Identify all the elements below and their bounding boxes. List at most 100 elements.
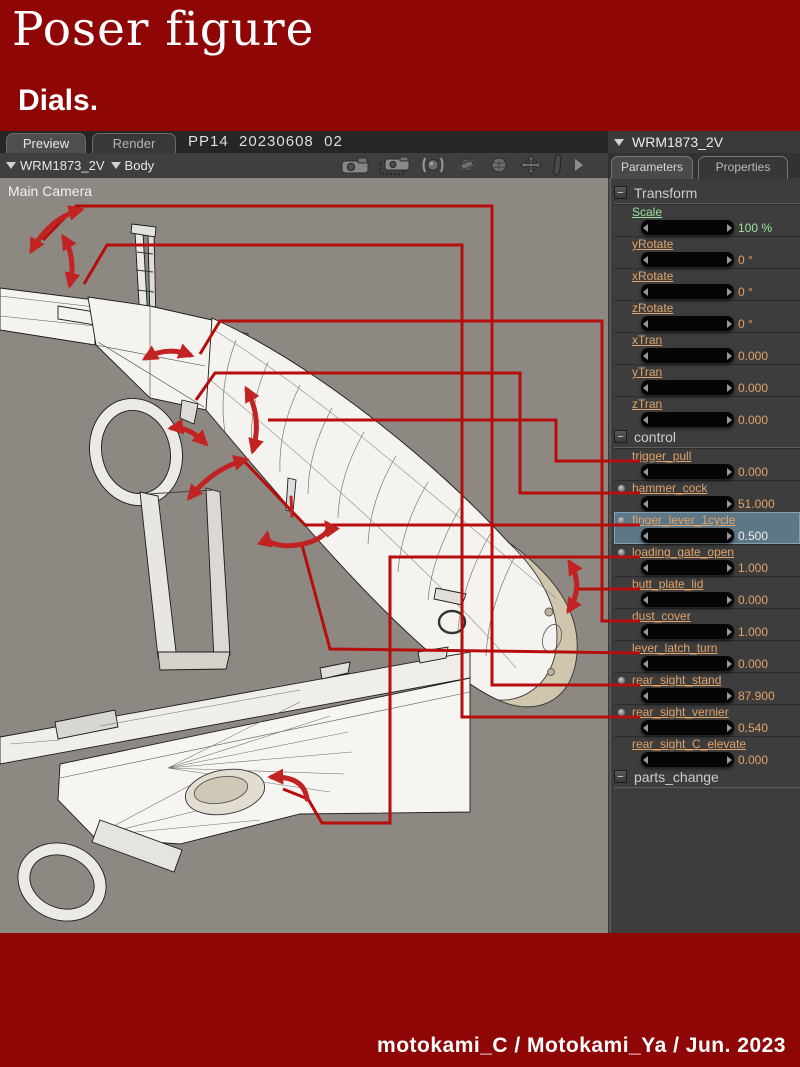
dial-ridges[interactable] [649, 562, 726, 573]
dial-ridges[interactable] [649, 318, 726, 329]
dial-right-arrow-icon[interactable] [727, 627, 732, 636]
figure-selector[interactable]: WRM1873_2V [6, 158, 105, 173]
dial-value[interactable]: 87.900 [738, 689, 775, 703]
actor-selector[interactable]: Body [110, 158, 154, 173]
dial-ridges[interactable] [649, 414, 726, 425]
dial-label[interactable]: zRotate [632, 301, 673, 315]
dial-right-arrow-icon[interactable] [727, 467, 732, 476]
dial-value[interactable]: 0.000 [738, 593, 768, 607]
dial-right-arrow-icon[interactable] [727, 691, 732, 700]
dial-knob[interactable] [641, 284, 734, 299]
dial-left-arrow-icon[interactable] [643, 351, 648, 360]
dial-label[interactable]: lever_latch_turn [632, 641, 717, 655]
dial-ridges[interactable] [649, 530, 726, 541]
dial-knob[interactable] [641, 316, 734, 331]
dial-left-arrow-icon[interactable] [643, 755, 648, 764]
dial-right-arrow-icon[interactable] [727, 755, 732, 764]
dial-label[interactable]: rear_sight_C_elevate [632, 737, 746, 751]
dial-ridges[interactable] [649, 382, 726, 393]
dial-knob[interactable] [641, 752, 734, 767]
dial-left-arrow-icon[interactable] [643, 255, 648, 264]
dial-knob[interactable] [641, 656, 734, 671]
dial-right-arrow-icon[interactable] [727, 659, 732, 668]
tab-properties[interactable]: Properties [698, 156, 788, 179]
dial-value[interactable]: 0.000 [738, 465, 768, 479]
dial-label[interactable]: Scale [632, 205, 662, 219]
tab-preview[interactable]: Preview [6, 133, 86, 154]
dial-label[interactable]: trigger_pull [632, 449, 691, 463]
dial-left-arrow-icon[interactable] [643, 659, 648, 668]
dial-value[interactable]: 0.540 [738, 721, 768, 735]
dial-value[interactable]: 0.000 [738, 753, 768, 767]
dial-left-arrow-icon[interactable] [643, 723, 648, 732]
dial-knob[interactable] [641, 220, 734, 235]
tab-render[interactable]: Render [92, 133, 176, 154]
dial-right-arrow-icon[interactable] [727, 383, 732, 392]
dial-ridges[interactable] [649, 594, 726, 605]
preview-viewport[interactable] [0, 178, 608, 933]
panel-figure-title[interactable]: WRM1873_2V [608, 131, 800, 153]
dial-knob[interactable] [641, 412, 734, 427]
dial-ridges[interactable] [649, 498, 726, 509]
dial-right-arrow-icon[interactable] [727, 531, 732, 540]
dial-knob[interactable] [641, 496, 734, 511]
dial-value[interactable]: 0.000 [738, 413, 768, 427]
dial-right-arrow-icon[interactable] [727, 319, 732, 328]
hand-icon[interactable] [552, 154, 564, 176]
dial-value[interactable]: 51.000 [738, 497, 775, 511]
dial-right-arrow-icon[interactable] [727, 287, 732, 296]
dial-left-arrow-icon[interactable] [643, 287, 648, 296]
dial-right-arrow-icon[interactable] [727, 723, 732, 732]
dial-knob[interactable] [641, 464, 734, 479]
dial-right-arrow-icon[interactable] [727, 223, 732, 232]
dial-label[interactable]: rear_sight_stand [632, 673, 721, 687]
dial-label[interactable]: loading_gate_open [632, 545, 734, 559]
dial-knob[interactable] [641, 720, 734, 735]
roll-icon[interactable] [488, 156, 510, 174]
dial-value[interactable]: 0 ° [738, 285, 753, 299]
dial-knob[interactable] [641, 592, 734, 607]
dial-label[interactable]: dust_cover [632, 609, 691, 623]
dial-value[interactable]: 0.000 [738, 657, 768, 671]
dial-ridges[interactable] [649, 222, 726, 233]
dial-ridges[interactable] [649, 466, 726, 477]
dial-right-arrow-icon[interactable] [727, 255, 732, 264]
dial-label[interactable]: hammer_cock [632, 481, 707, 495]
rotate-icon[interactable] [455, 156, 479, 174]
dial-left-arrow-icon[interactable] [643, 223, 648, 232]
dial-right-arrow-icon[interactable] [727, 351, 732, 360]
dial-value[interactable]: 0 ° [738, 317, 753, 331]
translate-icon[interactable] [519, 155, 543, 175]
dial-knob[interactable] [641, 560, 734, 575]
collapse-icon[interactable]: − [614, 430, 627, 443]
dial-label[interactable]: yTran [632, 365, 662, 379]
dial-ridges[interactable] [649, 350, 726, 361]
dial-label[interactable]: yRotate [632, 237, 673, 251]
dial-label[interactable]: xRotate [632, 269, 673, 283]
dial-value[interactable]: 1.000 [738, 561, 768, 575]
panel-scrollbar[interactable] [608, 178, 613, 933]
dial-label[interactable]: rear_sight_vernier [632, 705, 729, 719]
dial-ridges[interactable] [649, 754, 726, 765]
dial-ridges[interactable] [649, 722, 726, 733]
section-header-Transform[interactable]: − Transform [614, 184, 800, 204]
dial-left-arrow-icon[interactable] [643, 383, 648, 392]
section-header-parts_change[interactable]: − parts_change [614, 768, 800, 788]
collapse-icon[interactable]: − [614, 770, 627, 783]
dial-left-arrow-icon[interactable] [643, 319, 648, 328]
dial-knob[interactable] [641, 624, 734, 639]
dial-value[interactable]: 0.000 [738, 381, 768, 395]
dial-left-arrow-icon[interactable] [643, 563, 648, 572]
tab-parameters[interactable]: Parameters [611, 156, 693, 179]
dial-knob[interactable] [641, 252, 734, 267]
section-header-control[interactable]: − control [614, 428, 800, 448]
dial-left-arrow-icon[interactable] [643, 531, 648, 540]
dial-ridges[interactable] [649, 626, 726, 637]
dial-right-arrow-icon[interactable] [727, 563, 732, 572]
camera-dolly-icon[interactable] [379, 156, 411, 175]
dial-right-arrow-icon[interactable] [727, 595, 732, 604]
dial-left-arrow-icon[interactable] [643, 691, 648, 700]
dial-right-arrow-icon[interactable] [727, 499, 732, 508]
dial-left-arrow-icon[interactable] [643, 627, 648, 636]
dial-left-arrow-icon[interactable] [643, 595, 648, 604]
